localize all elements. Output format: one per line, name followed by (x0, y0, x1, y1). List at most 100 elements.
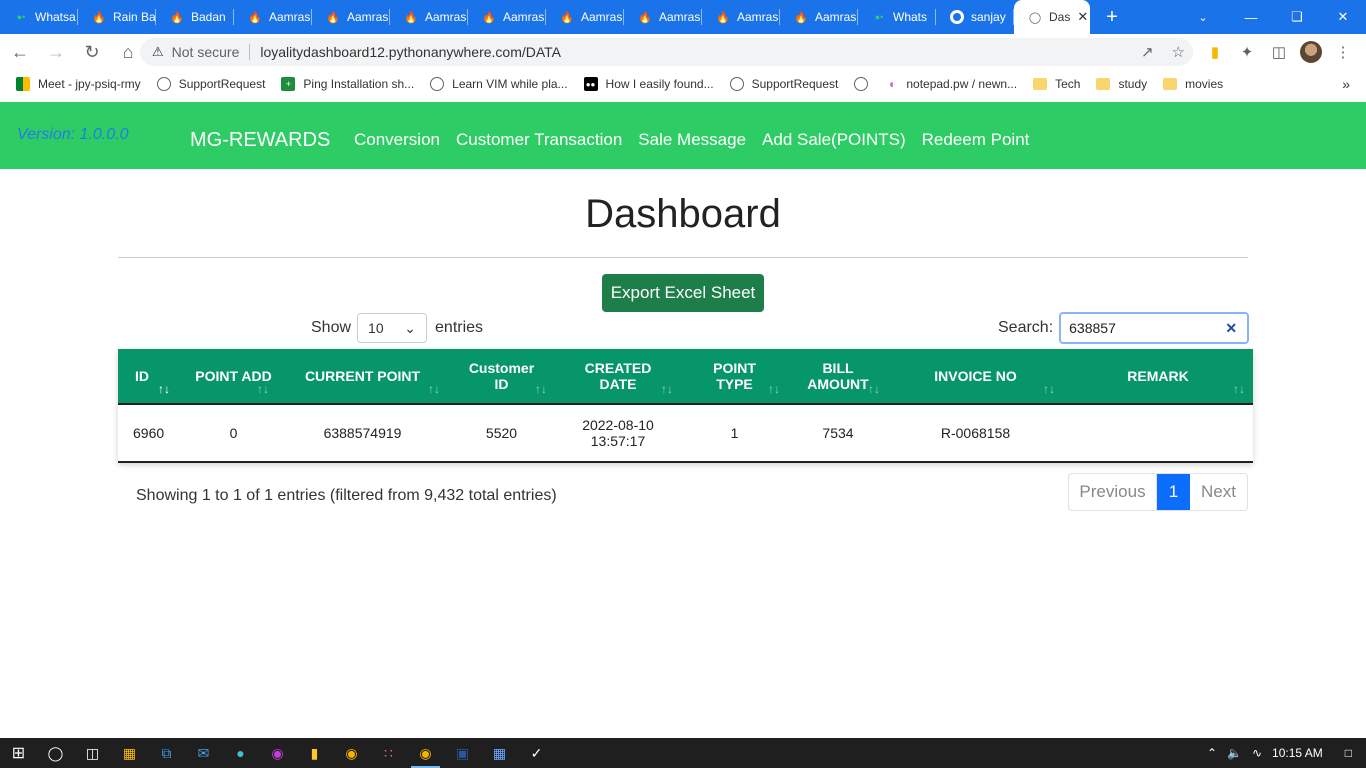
double-chevron-right-icon[interactable]: » (1342, 76, 1350, 92)
side-panel-icon[interactable]: ◫ (1267, 38, 1291, 66)
column-header[interactable]: BILL AMOUNT ↑↓ (788, 349, 888, 403)
security-label[interactable]: Not secure (172, 44, 240, 60)
back-arrow-icon[interactable]: ← (4, 36, 36, 68)
bookmark-item[interactable]: movies (1163, 77, 1223, 91)
new-tab-button[interactable]: + (1096, 0, 1128, 34)
nav-link[interactable]: Customer Transaction (456, 130, 622, 150)
word-icon[interactable]: ▣ (444, 738, 481, 768)
close-icon[interactable]: ✕ (1077, 9, 1088, 25)
profile-avatar[interactable] (1299, 38, 1323, 66)
bookmark-item[interactable]: Tech (1033, 77, 1080, 91)
page-1-button[interactable]: 1 (1157, 474, 1190, 510)
browser-tab[interactable]: 🔥 Aamras (312, 0, 390, 34)
puzzle-extensions-icon[interactable]: ✦ (1235, 38, 1259, 66)
column-header[interactable]: CREATED DATE ↑↓ (555, 349, 681, 403)
bookmark-item[interactable]: + Ping Installation sh... (281, 77, 414, 91)
warning-icon[interactable]: ⚠ (152, 44, 164, 60)
column-header[interactable]: CURRENT POINT ↑↓ (277, 349, 448, 403)
column-header[interactable]: INVOICE NO ↑↓ (888, 349, 1063, 403)
browser-tab-strip: ●• Whatsa 🔥 Rain Ba 🔥 Badan 🔥 Aamras 🔥 Aamras 🔥 Aam… (0, 0, 1366, 34)
nav-link[interactable]: Sale Message (638, 130, 746, 150)
browser-tab[interactable]: sanjay (936, 0, 1014, 34)
notification-icon[interactable]: □ (1345, 746, 1352, 760)
next-page-button[interactable]: Next (1190, 474, 1247, 510)
windows-start-icon[interactable]: ⊞ (0, 738, 37, 768)
search-input[interactable]: 638857 ✕ (1059, 312, 1250, 344)
file-explorer-icon[interactable]: ▮ (296, 738, 333, 768)
mail-icon[interactable]: ✉ (185, 738, 222, 768)
tab-title: Whats (893, 10, 928, 24)
clock[interactable]: 10:15 AM (1272, 746, 1323, 760)
windows-taskbar: ⊞ ◯ ◫ ▦ ⧉ ✉ ● ◉ ▮ ◉ ∷ ◉ ▣ ▦ ✓ ⌃ 🔈 ∿ 10:1… (0, 738, 1366, 768)
bookmark-item[interactable] (854, 77, 869, 91)
browser-tab[interactable]: 🔥 Aamras (468, 0, 546, 34)
browser-tab[interactable]: ●• Whatsa (0, 0, 78, 34)
meet-icon (16, 77, 30, 91)
browser-tab[interactable]: ●• Whats (858, 0, 936, 34)
tab-title: Aamras (347, 10, 389, 24)
system-tray: ⌃ 🔈 ∿ 10:15 AM □ (1207, 738, 1366, 768)
forward-arrow-icon[interactable]: → (40, 36, 72, 68)
bookmark-item[interactable]: SupportRequest (729, 77, 838, 91)
tab-title: Aamras (425, 10, 467, 24)
minimize-icon[interactable]: — (1228, 0, 1274, 34)
address-bar[interactable]: ⚠ Not secure loyalitydashboard12.pythona… (140, 38, 1193, 66)
chrome-active-icon[interactable]: ◉ (407, 738, 444, 768)
check-app-icon[interactable]: ✓ (518, 738, 555, 768)
bookmark-label: Tech (1055, 77, 1081, 91)
menu-kebab-icon[interactable]: ⋮ (1331, 38, 1355, 66)
brand-link[interactable]: MG-REWARDS (190, 129, 330, 152)
column-header[interactable]: POINT ADD ↑↓ (190, 349, 277, 403)
browser-tab[interactable]: 🔥 Badan (156, 0, 234, 34)
clear-search-icon[interactable]: ✕ (1225, 320, 1237, 337)
vscode-icon[interactable]: ⧉ (148, 738, 185, 768)
active-tab[interactable]: ◯ Das ✕ (1014, 0, 1090, 34)
bookmark-star-icon[interactable]: ☆ (1172, 43, 1185, 61)
previous-page-button[interactable]: Previous (1069, 474, 1157, 510)
column-header[interactable]: POINT TYPE ↑↓ (681, 349, 788, 403)
chevron-down-icon[interactable]: ⌄ (1190, 0, 1216, 34)
task-view-icon[interactable]: ◫ (74, 738, 111, 768)
fire-icon: 🔥 (248, 11, 262, 24)
export-excel-button[interactable]: Export Excel Sheet (602, 274, 764, 312)
restore-icon[interactable]: ❏ (1274, 0, 1320, 34)
reload-icon[interactable]: ↻ (76, 36, 108, 68)
browser-tab[interactable]: 🔥 Aamras (624, 0, 702, 34)
app-grid-icon[interactable]: ∷ (370, 738, 407, 768)
bookmark-item[interactable]: study (1096, 77, 1147, 91)
nav-link[interactable]: Conversion (354, 130, 440, 150)
nav-link[interactable]: Redeem Point (922, 130, 1030, 150)
edge-icon[interactable]: ● (222, 738, 259, 768)
browser-tab[interactable]: 🔥 Aamras (702, 0, 780, 34)
browser-tab[interactable]: 🔥 Aamras (390, 0, 468, 34)
store-icon[interactable]: ▦ (111, 738, 148, 768)
tab-title: Aamras (815, 10, 857, 24)
folder-extension-icon[interactable]: ▮ (1203, 38, 1227, 66)
chevron-up-icon[interactable]: ⌃ (1207, 746, 1217, 760)
bookmark-item[interactable]: ◖ notepad.pw / newn... (884, 77, 1017, 91)
wifi-icon[interactable]: ∿ (1252, 746, 1262, 760)
calculator-icon[interactable]: ▦ (481, 738, 518, 768)
bookmark-item[interactable]: ●● How I easily found... (583, 77, 714, 91)
bookmark-item[interactable]: Learn VIM while pla... (430, 77, 568, 91)
browser-tab[interactable]: 🔥 Aamras (546, 0, 624, 34)
media-player-icon[interactable]: ◉ (259, 738, 296, 768)
share-icon[interactable]: ↗ (1141, 43, 1154, 61)
bookmark-item[interactable]: Meet - jpy-psiq-rmy (16, 77, 141, 91)
column-header[interactable]: REMARK ↑↓ (1063, 349, 1253, 403)
url-text[interactable]: loyalitydashboard12.pythonanywhere.com/D… (260, 44, 561, 60)
volume-icon[interactable]: 🔈 (1227, 746, 1242, 760)
nav-link[interactable]: Add Sale(POINTS) (762, 130, 906, 150)
column-header[interactable]: Customer ID ↑↓ (448, 349, 555, 403)
page-length-select[interactable]: 10 ⌄ (357, 313, 428, 343)
column-header[interactable]: ID ↑↓ (118, 349, 190, 403)
browser-tab[interactable]: 🔥 Aamras (780, 0, 858, 34)
search-icon[interactable]: ◯ (37, 738, 74, 768)
close-window-icon[interactable]: ✕ (1320, 0, 1366, 34)
chrome-icon[interactable]: ◉ (333, 738, 370, 768)
bookmark-item[interactable]: SupportRequest (156, 77, 265, 91)
browser-tab[interactable]: 🔥 Rain Ba (78, 0, 156, 34)
browser-tab[interactable]: 🔥 Aamras (234, 0, 312, 34)
tab-title: Aamras (659, 10, 701, 24)
column-header-label: BILL AMOUNT (807, 360, 869, 392)
